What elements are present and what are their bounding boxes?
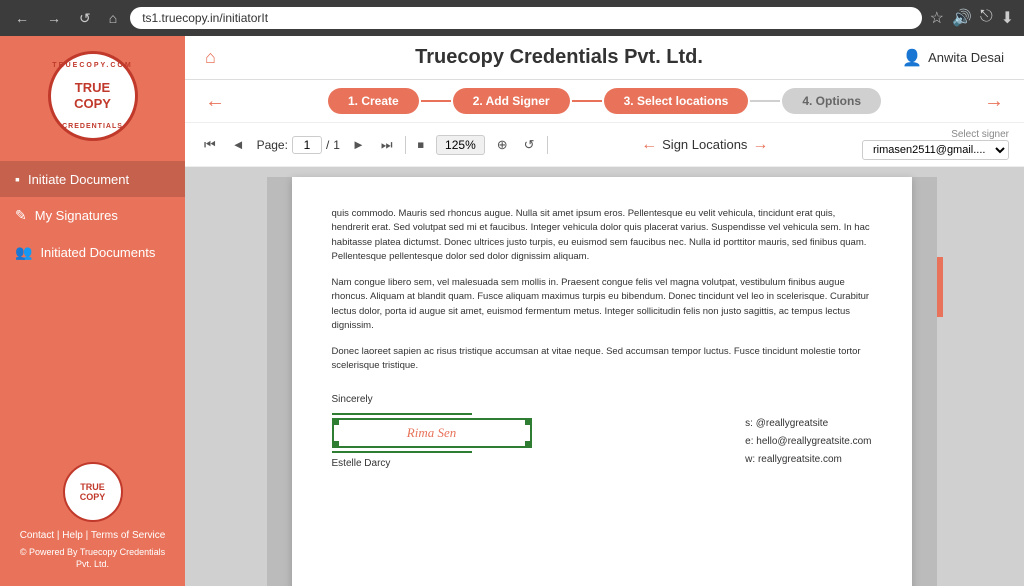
corner-tl	[332, 418, 339, 425]
footer-copyright: © Powered By Truecopy Credentials Pvt. L…	[15, 546, 170, 571]
home-icon[interactable]: ⌂	[205, 47, 216, 68]
signature-block: Rima Sen Estelle Darcy s: @reallygreatsi…	[332, 413, 872, 469]
bookmark-icon: ☆	[930, 8, 944, 28]
step-create[interactable]: 1. Create	[328, 88, 419, 114]
signature-box[interactable]: Rima Sen	[332, 418, 532, 448]
share-icon: ⎋	[980, 8, 993, 28]
logo-arc-top: TRUECOPY.COM	[52, 62, 132, 69]
stepper-prev-button[interactable]: ←	[205, 90, 225, 113]
stop-button[interactable]: ⏹	[414, 135, 429, 155]
sidebar-nav: ▪ Initiate Document ✎ My Signatures 👥 In…	[0, 161, 185, 271]
toolbar-sep-1	[405, 136, 406, 154]
sidebar: TRUECOPY.COM TRUECOPY CREDENTIALS ▪ Init…	[0, 36, 185, 586]
doc-paragraph-2: Nam congue libero sem, vel malesuada sem…	[332, 276, 872, 333]
sidebar-footer-logo: TRUECOPY	[63, 462, 123, 522]
doc-toolbar: ⏮ ◄ Page: / 1 ► ⏭ ⏹ 125% ⊕ ↺ ← Sign Loca…	[185, 123, 1024, 167]
app-title: Truecopy Credentials Pvt. Ltd.	[216, 46, 902, 69]
step-connector-2	[572, 100, 602, 102]
page-separator: /	[326, 138, 329, 152]
doc-wrapper: quis commodo. Mauris sed rhoncus augue. …	[267, 177, 943, 576]
signer-section: Select signer rimasen2511@gmail....	[862, 129, 1009, 160]
signature-name: Rima Sen	[407, 425, 456, 440]
sidebar-item-initiated[interactable]: 👥 Initiated Documents	[0, 234, 185, 271]
signer-label: Select signer	[951, 129, 1009, 140]
main-content: ⌂ Truecopy Credentials Pvt. Ltd. 👤 Anwit…	[185, 36, 1024, 586]
browser-chrome: ← → ↺ ⌂ ts1.truecopy.in/initiatorIt ☆ 🔊 …	[0, 0, 1024, 36]
sig-left-block: Rima Sen Estelle Darcy	[332, 413, 532, 469]
page-total: 1	[333, 138, 340, 152]
stepper-next-button[interactable]: →	[984, 90, 1004, 113]
left-sidebar-strip	[267, 177, 292, 586]
signatures-icon: ✎	[15, 207, 27, 224]
contact-s: s: @reallygreatsite	[745, 415, 871, 433]
undo-button[interactable]: ↺	[520, 135, 539, 155]
doc-area[interactable]: quis commodo. Mauris sed rhoncus augue. …	[185, 167, 1024, 586]
zoom-in-button[interactable]: ⊕	[493, 135, 512, 155]
sidebar-label-signatures: My Signatures	[35, 208, 118, 223]
right-sidebar-strip	[912, 177, 937, 586]
logo-center-text: TRUECOPY	[74, 80, 111, 111]
document-page: quis commodo. Mauris sed rhoncus augue. …	[292, 177, 912, 586]
sidebar-item-initiate[interactable]: ▪ Initiate Document	[0, 161, 185, 197]
prev-page-button[interactable]: ◄	[228, 135, 249, 154]
sidebar-label-initiated: Initiated Documents	[40, 245, 155, 260]
toolbar-sep-2	[547, 136, 548, 154]
sig-line-top	[332, 413, 472, 415]
page-number-input[interactable]	[292, 136, 322, 154]
signature-area: Sincerely Rima Sen	[332, 394, 872, 469]
initiated-icon: 👥	[15, 244, 32, 261]
sidebar-footer: TRUECOPY Contact | Help | Terms of Servi…	[0, 447, 185, 586]
initiate-icon: ▪	[15, 171, 20, 187]
speaker-icon: 🔊	[952, 8, 972, 28]
corner-br	[525, 441, 532, 448]
home-button[interactable]: ⌂	[104, 8, 122, 28]
download-icon: ⬇	[1001, 8, 1014, 28]
reload-button[interactable]: ↺	[74, 8, 96, 29]
sig-line-bottom	[332, 451, 472, 453]
sidebar-label-initiate: Initiate Document	[28, 172, 129, 187]
step-options[interactable]: 4. Options	[782, 88, 881, 114]
corner-bl	[332, 441, 339, 448]
last-page-button[interactable]: ⏭	[377, 135, 397, 155]
browser-actions: ☆ 🔊 ⎋ ⬇	[930, 8, 1014, 28]
user-avatar-icon: 👤	[902, 48, 922, 68]
app-container: TRUECOPY.COM TRUECOPY CREDENTIALS ▪ Init…	[0, 36, 1024, 586]
user-info: 👤 Anwita Desai	[902, 48, 1004, 68]
sign-locations-label: Sign Locations	[662, 137, 747, 152]
user-name: Anwita Desai	[928, 50, 1004, 65]
signer-name-label: Estelle Darcy	[332, 458, 532, 469]
step-connector-3	[750, 100, 780, 102]
forward-button[interactable]: →	[42, 8, 66, 28]
corner-tr	[525, 418, 532, 425]
footer-logo-text: TRUECOPY	[80, 482, 106, 502]
sign-arrow-right-icon: →	[752, 136, 768, 154]
contact-w: w: reallygreatsite.com	[745, 451, 871, 469]
sidebar-item-signatures[interactable]: ✎ My Signatures	[0, 197, 185, 234]
sign-arrow-left-icon: ←	[641, 136, 657, 154]
step-add-signer[interactable]: 2. Add Signer	[453, 88, 570, 114]
page-info: Page: / 1	[257, 136, 340, 154]
back-button[interactable]: ←	[10, 8, 34, 28]
zoom-display: 125%	[436, 135, 485, 155]
sidebar-logo: TRUECOPY.COM TRUECOPY CREDENTIALS	[48, 51, 138, 141]
sincerely-text: Sincerely	[332, 394, 872, 405]
orange-accent-bar	[937, 257, 943, 317]
logo-arc-bottom: CREDENTIALS	[62, 123, 123, 130]
step-select-locations[interactable]: 3. Select locations	[604, 88, 749, 114]
step-connector-1	[421, 100, 451, 102]
first-page-button[interactable]: ⏮	[200, 135, 220, 155]
stepper-bar: ← 1. Create 2. Add Signer 3. Select loca…	[185, 80, 1024, 123]
next-page-button[interactable]: ►	[348, 135, 369, 154]
doc-paragraph-3: Donec laoreet sapien ac risus tristique …	[332, 345, 872, 374]
signer-dropdown[interactable]: rimasen2511@gmail....	[862, 140, 1009, 160]
page-label: Page:	[257, 138, 288, 152]
sign-locations-button[interactable]: ← Sign Locations →	[641, 136, 768, 154]
url-bar: ts1.truecopy.in/initiatorIt	[130, 7, 921, 29]
footer-links: Contact | Help | Terms of Service	[15, 530, 170, 541]
app-header: ⌂ Truecopy Credentials Pvt. Ltd. 👤 Anwit…	[185, 36, 1024, 80]
doc-paragraph-1: quis commodo. Mauris sed rhoncus augue. …	[332, 207, 872, 264]
sig-right-block: s: @reallygreatsite e: hello@reallygreat…	[745, 415, 871, 469]
contact-e: e: hello@reallygreatsite.com	[745, 433, 871, 451]
